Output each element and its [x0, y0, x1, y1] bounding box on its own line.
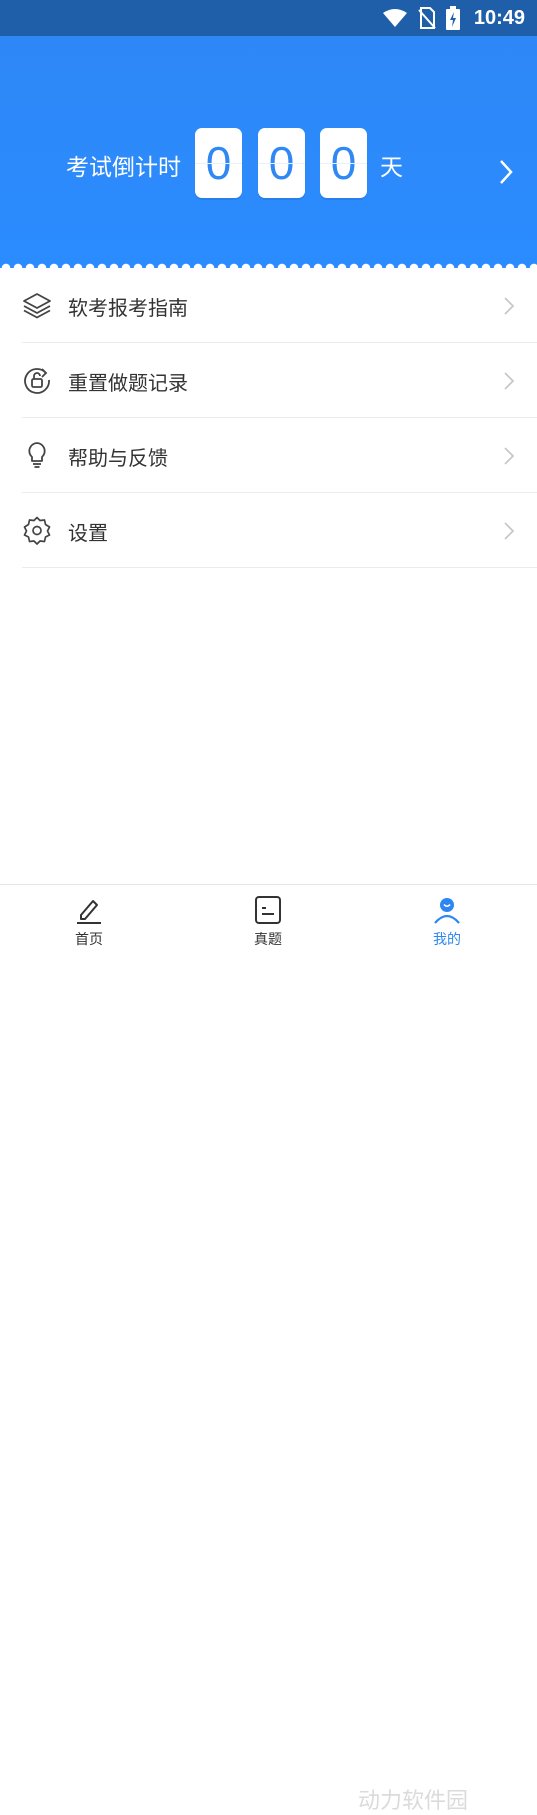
- tab-profile[interactable]: 我的: [412, 895, 482, 949]
- menu-item-exam-guide[interactable]: 软考报考指南: [22, 268, 537, 343]
- pen-icon: [77, 900, 101, 924]
- tab-home[interactable]: 首页: [54, 895, 124, 949]
- menu-item-settings[interactable]: 设置: [22, 493, 537, 568]
- user-icon: [434, 898, 460, 924]
- status-bar: 10:49: [0, 0, 537, 36]
- menu-item-help-feedback[interactable]: 帮助与反馈: [22, 418, 537, 493]
- chevron-right-icon: [504, 297, 515, 315]
- exam-icon: [255, 896, 281, 924]
- status-icons: 10:49: [382, 0, 525, 36]
- bottom-tab-bar: 首页 真题 我的 动力软件园: [0, 884, 537, 1814]
- countdown-digit: 0: [320, 128, 367, 198]
- reset-icon: [24, 368, 50, 394]
- chevron-right-icon: [504, 522, 515, 540]
- chevron-right-icon: [504, 447, 515, 465]
- menu-item-label: 帮助与反馈: [68, 446, 168, 470]
- settings-menu: 软考报考指南 重置做题记录 帮助与反馈 设置: [0, 268, 537, 568]
- countdown-label: 考试倒计时: [66, 155, 181, 181]
- countdown-digit: 0: [258, 128, 305, 198]
- status-time: 10:49: [473, 6, 525, 29]
- tab-label: 首页: [75, 932, 103, 948]
- tab-label: 真题: [254, 932, 282, 948]
- gear-icon: [23, 516, 51, 545]
- menu-item-reset-records[interactable]: 重置做题记录: [22, 343, 537, 418]
- scallop-edge: [0, 260, 537, 268]
- menu-item-label: 重置做题记录: [68, 371, 188, 395]
- countdown-digit: 0: [195, 128, 242, 198]
- watermark: 动力软件园: [358, 1789, 469, 1814]
- menu-item-label: 设置: [68, 521, 108, 545]
- no-sim-icon: [418, 7, 436, 29]
- tab-exams[interactable]: 真题: [233, 895, 303, 949]
- countdown-header[interactable]: 考试倒计时 0 0 0 天: [0, 36, 537, 268]
- countdown-unit: 天: [380, 155, 403, 181]
- lightbulb-icon: [28, 442, 46, 468]
- wifi-icon: [382, 9, 407, 27]
- battery-charging-icon: [445, 6, 460, 30]
- chevron-right-icon[interactable]: [498, 159, 514, 185]
- menu-item-label: 软考报考指南: [68, 296, 188, 320]
- layers-icon: [23, 293, 51, 319]
- chevron-right-icon: [504, 372, 515, 390]
- tab-label: 我的: [433, 932, 461, 948]
